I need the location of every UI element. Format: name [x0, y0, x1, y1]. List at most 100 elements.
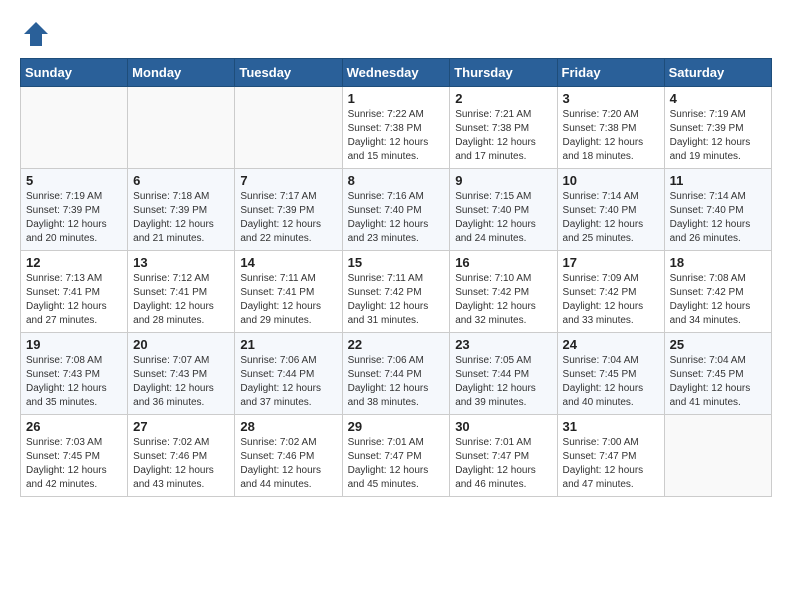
day-info: Sunrise: 7:06 AMSunset: 7:44 PMDaylight:… — [348, 354, 445, 410]
day-number: 23 — [455, 337, 551, 352]
calendar-week-1: 1 Sunrise: 7:22 AMSunset: 7:38 PMDaylight… — [21, 87, 772, 169]
calendar-cell: 20 Sunrise: 7:07 AMSunset: 7:43 PMDayligh… — [128, 333, 235, 415]
day-info: Sunrise: 7:11 AMSunset: 7:42 PMDaylight:… — [348, 272, 445, 328]
calendar-cell: 14 Sunrise: 7:11 AMSunset: 7:41 PMDayligh… — [235, 251, 342, 333]
calendar-cell — [235, 87, 342, 169]
day-number: 1 — [348, 91, 445, 106]
day-info: Sunrise: 7:07 AMSunset: 7:43 PMDaylight:… — [133, 354, 229, 410]
day-info: Sunrise: 7:00 AMSunset: 7:47 PMDaylight:… — [563, 436, 659, 492]
calendar-cell: 18 Sunrise: 7:08 AMSunset: 7:42 PMDayligh… — [664, 251, 771, 333]
day-info: Sunrise: 7:06 AMSunset: 7:44 PMDaylight:… — [240, 354, 336, 410]
calendar-cell: 23 Sunrise: 7:05 AMSunset: 7:44 PMDayligh… — [450, 333, 557, 415]
calendar-cell: 15 Sunrise: 7:11 AMSunset: 7:42 PMDayligh… — [342, 251, 450, 333]
day-number: 15 — [348, 255, 445, 270]
calendar-cell: 30 Sunrise: 7:01 AMSunset: 7:47 PMDayligh… — [450, 415, 557, 497]
calendar-cell: 9 Sunrise: 7:15 AMSunset: 7:40 PMDaylight… — [450, 169, 557, 251]
day-header-saturday: Saturday — [664, 59, 771, 87]
day-number: 20 — [133, 337, 229, 352]
calendar-cell — [664, 415, 771, 497]
calendar-cell — [128, 87, 235, 169]
calendar-cell: 16 Sunrise: 7:10 AMSunset: 7:42 PMDayligh… — [450, 251, 557, 333]
day-header-tuesday: Tuesday — [235, 59, 342, 87]
day-number: 16 — [455, 255, 551, 270]
day-info: Sunrise: 7:02 AMSunset: 7:46 PMDaylight:… — [240, 436, 336, 492]
day-number: 17 — [563, 255, 659, 270]
calendar-cell: 28 Sunrise: 7:02 AMSunset: 7:46 PMDayligh… — [235, 415, 342, 497]
day-info: Sunrise: 7:08 AMSunset: 7:42 PMDaylight:… — [670, 272, 766, 328]
calendar-cell: 8 Sunrise: 7:16 AMSunset: 7:40 PMDaylight… — [342, 169, 450, 251]
day-info: Sunrise: 7:16 AMSunset: 7:40 PMDaylight:… — [348, 190, 445, 246]
day-header-friday: Friday — [557, 59, 664, 87]
calendar-cell: 4 Sunrise: 7:19 AMSunset: 7:39 PMDaylight… — [664, 87, 771, 169]
day-info: Sunrise: 7:01 AMSunset: 7:47 PMDaylight:… — [455, 436, 551, 492]
day-number: 10 — [563, 173, 659, 188]
day-number: 14 — [240, 255, 336, 270]
calendar-cell: 13 Sunrise: 7:12 AMSunset: 7:41 PMDayligh… — [128, 251, 235, 333]
day-number: 6 — [133, 173, 229, 188]
day-number: 24 — [563, 337, 659, 352]
day-number: 18 — [670, 255, 766, 270]
calendar-cell: 19Sunrise: 7:08 AMSunset: 7:43 PMDayligh… — [21, 333, 128, 415]
logo — [20, 20, 50, 48]
day-number: 5 — [26, 173, 122, 188]
day-info: Sunrise: 7:04 AMSunset: 7:45 PMDaylight:… — [670, 354, 766, 410]
day-number: 29 — [348, 419, 445, 434]
day-number: 12 — [26, 255, 122, 270]
day-info: Sunrise: 7:17 AMSunset: 7:39 PMDaylight:… — [240, 190, 336, 246]
calendar-cell: 5 Sunrise: 7:19 AMSunset: 7:39 PMDaylight… — [21, 169, 128, 251]
calendar-cell: 26 Sunrise: 7:03 AMSunset: 7:45 PMDayligh… — [21, 415, 128, 497]
calendar-cell: 31 Sunrise: 7:00 AMSunset: 7:47 PMDayligh… — [557, 415, 664, 497]
day-header-monday: Monday — [128, 59, 235, 87]
day-info: Sunrise: 7:05 AMSunset: 7:44 PMDaylight:… — [455, 354, 551, 410]
day-number: 22 — [348, 337, 445, 352]
calendar-week-3: 12 Sunrise: 7:13 AMSunset: 7:41 PMDayligh… — [21, 251, 772, 333]
calendar-cell: 27 Sunrise: 7:02 AMSunset: 7:46 PMDayligh… — [128, 415, 235, 497]
day-header-wednesday: Wednesday — [342, 59, 450, 87]
day-number: 21 — [240, 337, 336, 352]
calendar-cell: 24Sunrise: 7:04 AMSunset: 7:45 PMDayligh… — [557, 333, 664, 415]
day-info: Sunrise: 7:13 AMSunset: 7:41 PMDaylight:… — [26, 272, 122, 328]
day-info: Sunrise: 7:18 AMSunset: 7:39 PMDaylight:… — [133, 190, 229, 246]
day-number: 31 — [563, 419, 659, 434]
day-info: Sunrise: 7:19 AMSunset: 7:39 PMDaylight:… — [670, 108, 766, 164]
day-info: Sunrise: 7:02 AMSunset: 7:46 PMDaylight:… — [133, 436, 229, 492]
calendar-cell: 17Sunrise: 7:09 AMSunset: 7:42 PMDayligh… — [557, 251, 664, 333]
day-info: Sunrise: 7:15 AMSunset: 7:40 PMDaylight:… — [455, 190, 551, 246]
day-info: Sunrise: 7:12 AMSunset: 7:41 PMDaylight:… — [133, 272, 229, 328]
calendar-cell: 11 Sunrise: 7:14 AMSunset: 7:40 PMDayligh… — [664, 169, 771, 251]
day-number: 4 — [670, 91, 766, 106]
day-number: 28 — [240, 419, 336, 434]
calendar-cell: 3 Sunrise: 7:20 AMSunset: 7:38 PMDaylight… — [557, 87, 664, 169]
day-number: 25 — [670, 337, 766, 352]
calendar-week-5: 26 Sunrise: 7:03 AMSunset: 7:45 PMDayligh… — [21, 415, 772, 497]
calendar-cell: 7 Sunrise: 7:17 AMSunset: 7:39 PMDaylight… — [235, 169, 342, 251]
calendar-cell: 1 Sunrise: 7:22 AMSunset: 7:38 PMDaylight… — [342, 87, 450, 169]
calendar-cell: 6 Sunrise: 7:18 AMSunset: 7:39 PMDaylight… — [128, 169, 235, 251]
day-number: 3 — [563, 91, 659, 106]
calendar-cell: 10 Sunrise: 7:14 AMSunset: 7:40 PMDayligh… — [557, 169, 664, 251]
day-number: 9 — [455, 173, 551, 188]
calendar-cell: 29 Sunrise: 7:01 AMSunset: 7:47 PMDayligh… — [342, 415, 450, 497]
day-number: 13 — [133, 255, 229, 270]
calendar-header-row: SundayMondayTuesdayWednesdayThursdayFrid… — [21, 59, 772, 87]
calendar-cell: 2Sunrise: 7:21 AMSunset: 7:38 PMDaylight… — [450, 87, 557, 169]
calendar-week-4: 19Sunrise: 7:08 AMSunset: 7:43 PMDayligh… — [21, 333, 772, 415]
page-header — [20, 20, 772, 48]
day-number: 30 — [455, 419, 551, 434]
day-number: 27 — [133, 419, 229, 434]
day-info: Sunrise: 7:14 AMSunset: 7:40 PMDaylight:… — [670, 190, 766, 246]
day-number: 7 — [240, 173, 336, 188]
day-number: 26 — [26, 419, 122, 434]
day-info: Sunrise: 7:19 AMSunset: 7:39 PMDaylight:… — [26, 190, 122, 246]
day-info: Sunrise: 7:10 AMSunset: 7:42 PMDaylight:… — [455, 272, 551, 328]
day-header-thursday: Thursday — [450, 59, 557, 87]
day-info: Sunrise: 7:01 AMSunset: 7:47 PMDaylight:… — [348, 436, 445, 492]
day-info: Sunrise: 7:03 AMSunset: 7:45 PMDaylight:… — [26, 436, 122, 492]
day-number: 8 — [348, 173, 445, 188]
calendar-week-2: 5 Sunrise: 7:19 AMSunset: 7:39 PMDaylight… — [21, 169, 772, 251]
day-number: 11 — [670, 173, 766, 188]
day-info: Sunrise: 7:22 AMSunset: 7:38 PMDaylight:… — [348, 108, 445, 164]
day-info: Sunrise: 7:14 AMSunset: 7:40 PMDaylight:… — [563, 190, 659, 246]
day-info: Sunrise: 7:20 AMSunset: 7:38 PMDaylight:… — [563, 108, 659, 164]
day-info: Sunrise: 7:11 AMSunset: 7:41 PMDaylight:… — [240, 272, 336, 328]
